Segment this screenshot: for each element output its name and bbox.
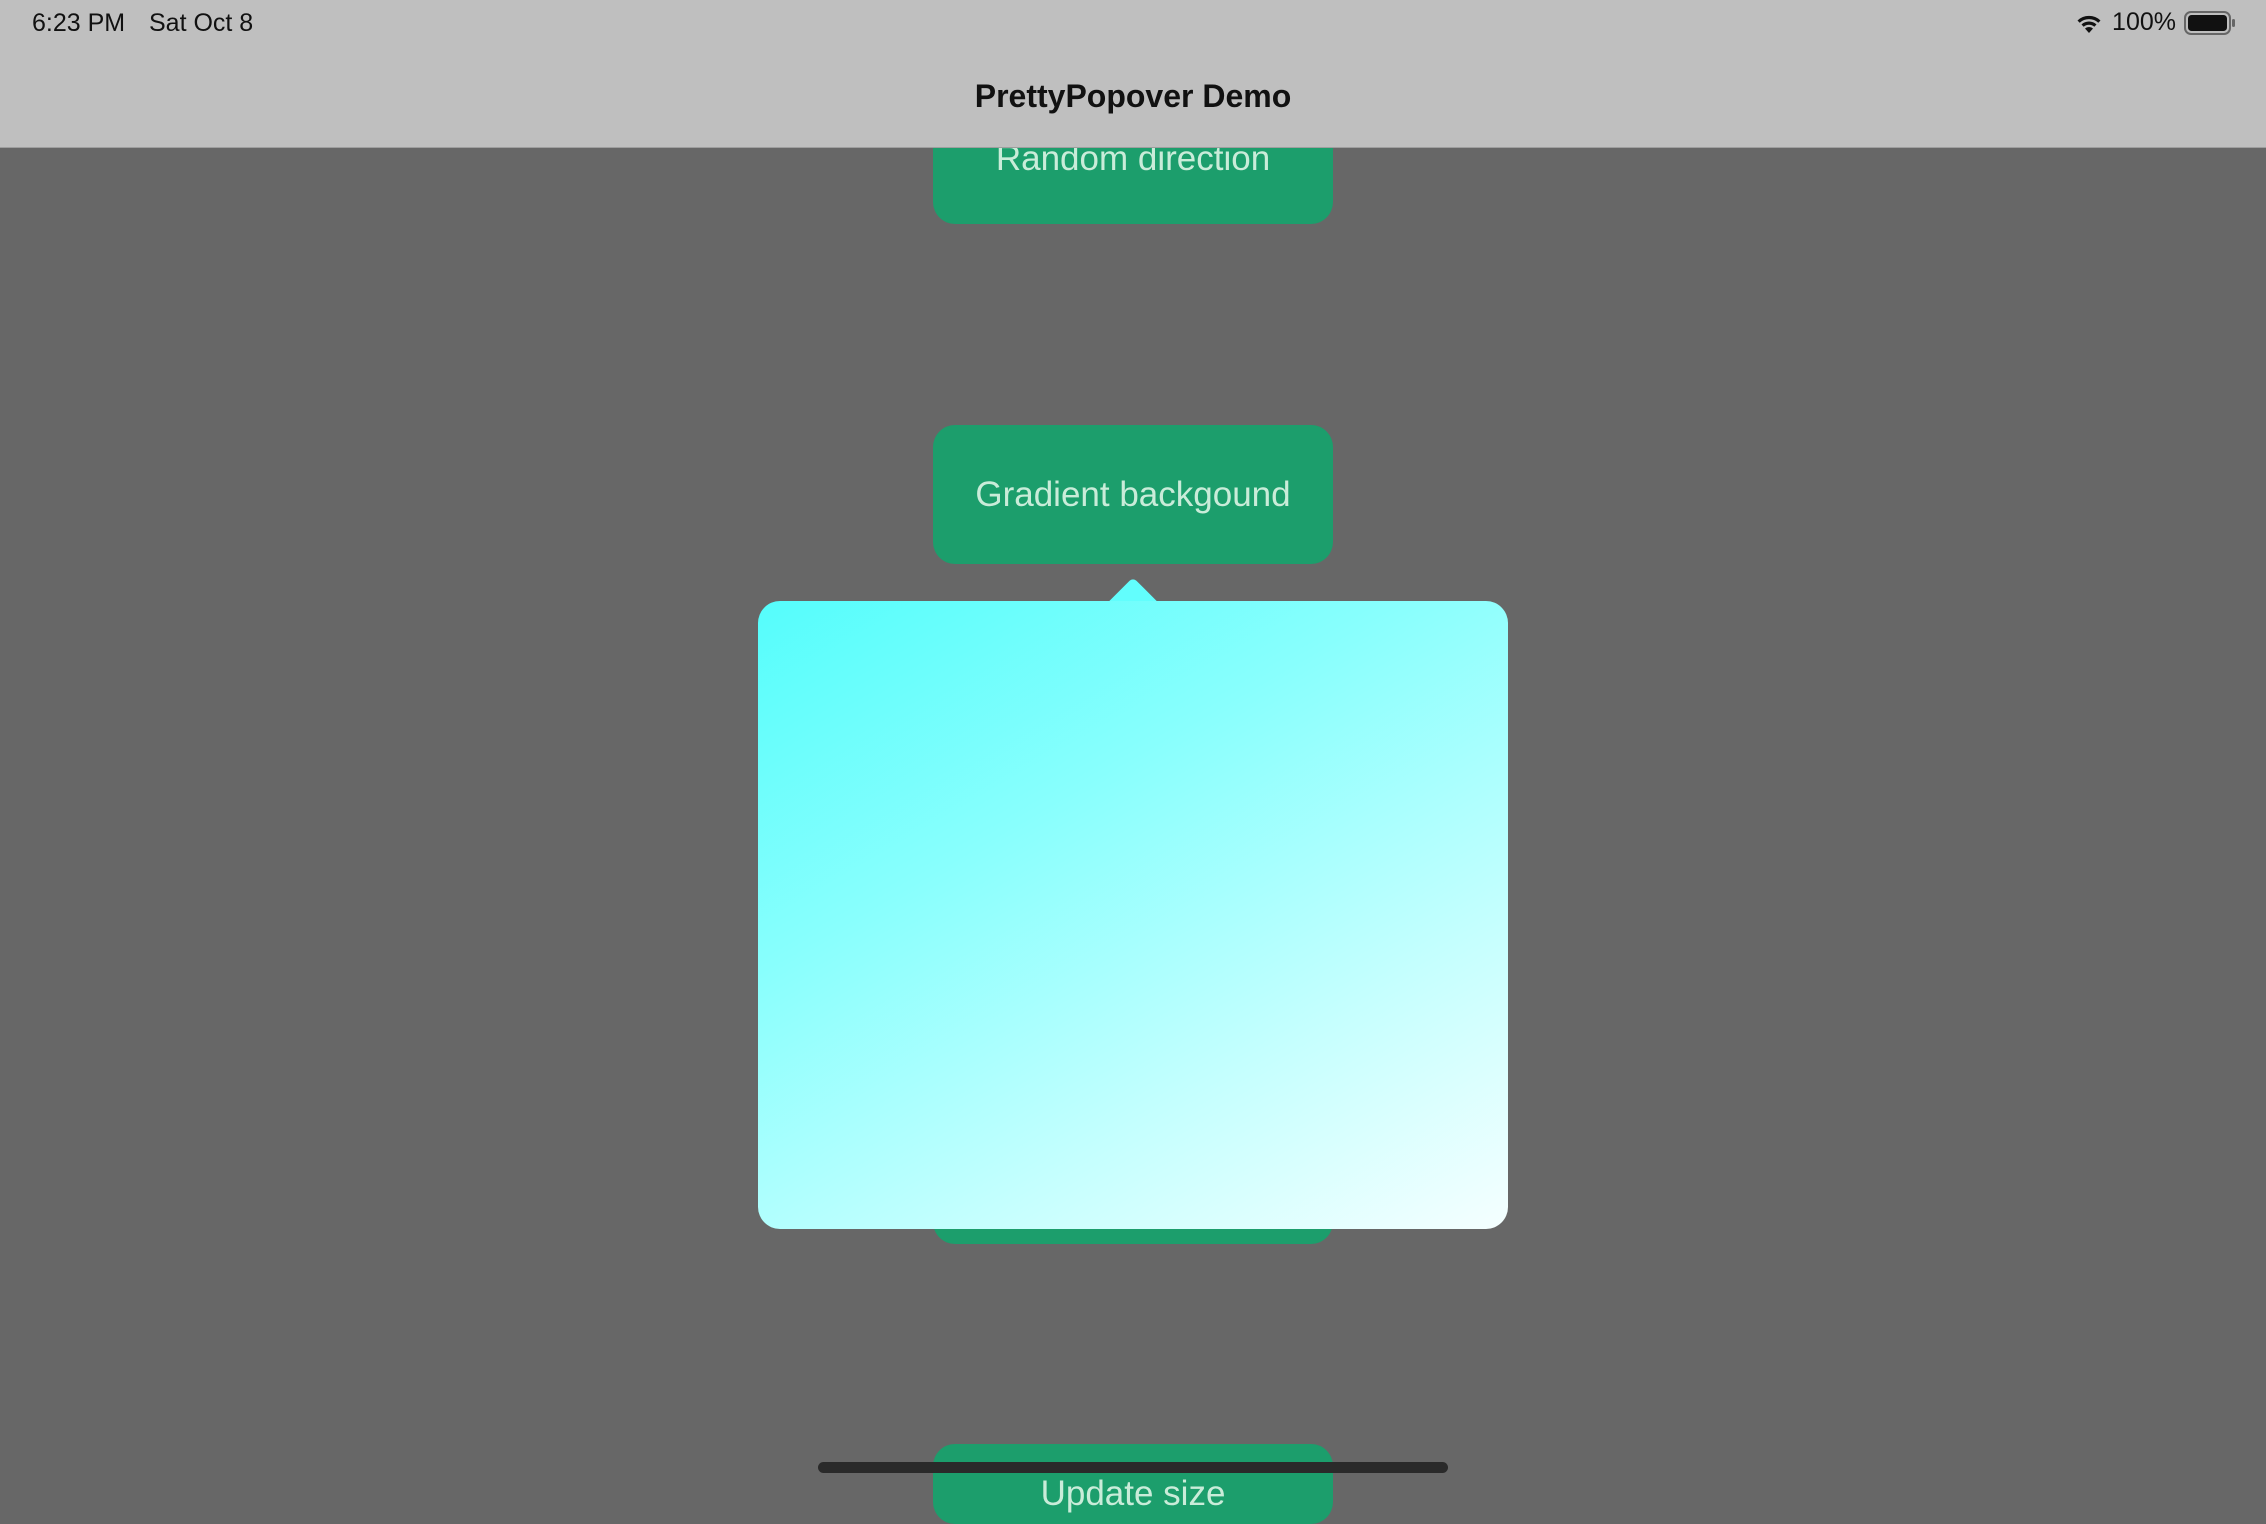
battery-percentage: 100% [2112,8,2176,36]
update-size-button[interactable]: Update size [933,1444,1333,1524]
top-bar: 6:23 PM Sat Oct 8 100% PrettyPopover Dem… [0,0,2266,148]
page-title: PrettyPopover Demo [974,78,1292,114]
gradient-popover[interactable] [758,601,1508,1229]
status-date: Sat Oct 8 [149,9,254,37]
status-indicators: 100% [2074,8,2236,37]
home-indicator[interactable] [818,1462,1448,1473]
gradient-background-button[interactable]: Gradient backgound [933,425,1333,564]
battery-icon [2184,10,2235,35]
status-time: 6:23 PM [32,9,126,37]
wifi-icon [2077,15,2101,33]
